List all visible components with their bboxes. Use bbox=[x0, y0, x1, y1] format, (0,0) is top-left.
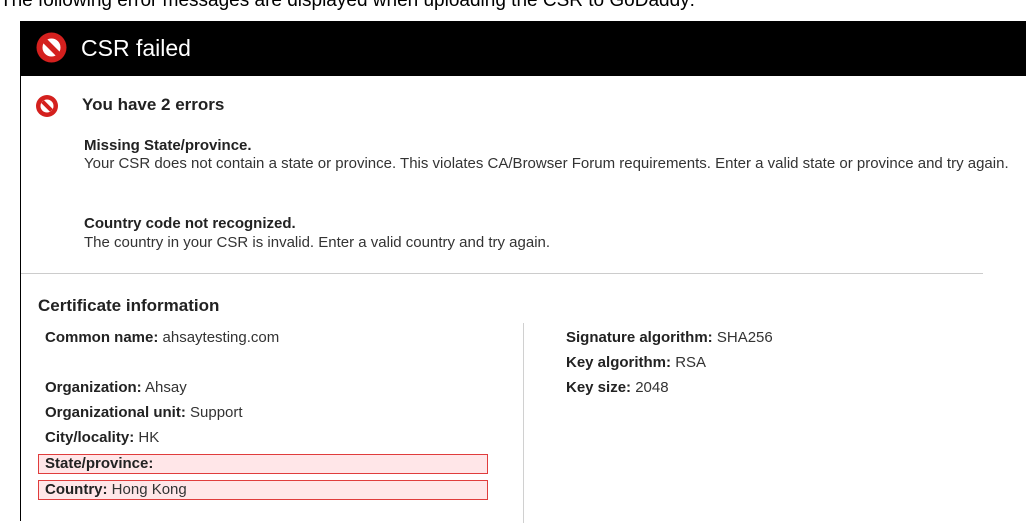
csr-failed-panel: CSR failed You have 2 errors Missing Sta… bbox=[20, 21, 1026, 523]
info-signature-algorithm: Signature algorithm: SHA256 bbox=[566, 329, 773, 346]
info-organizational-unit: Organizational unit: Support bbox=[45, 404, 243, 421]
info-common-name: Common name: ahsaytesting.com bbox=[45, 329, 280, 346]
info-organization: Organization: Ahsay bbox=[45, 379, 187, 396]
error-description: The country in your CSR is invalid. Ente… bbox=[84, 234, 551, 251]
info-state-province-error: State/province: bbox=[38, 454, 488, 474]
info-city: City/locality: HK bbox=[45, 429, 160, 446]
info-key-size: Key size: 2048 bbox=[566, 379, 669, 396]
top-instruction-text: The following error messages are display… bbox=[0, 0, 695, 11]
error-count-heading: You have 2 errors bbox=[82, 95, 225, 114]
error-description: Your CSR does not contain a state or pro… bbox=[84, 155, 1009, 172]
error-icon bbox=[36, 95, 58, 117]
dialog-header: CSR failed bbox=[21, 21, 1026, 76]
info-country-error: Country: Hong Kong bbox=[38, 480, 488, 500]
prohibited-icon bbox=[36, 32, 67, 63]
info-key-algorithm: Key algorithm: RSA bbox=[566, 354, 707, 371]
dialog-title: CSR failed bbox=[81, 35, 191, 61]
error-title: Missing State/province. bbox=[84, 137, 252, 154]
divider bbox=[21, 273, 983, 274]
error-title: Country code not recognized. bbox=[84, 215, 296, 232]
column-separator bbox=[523, 323, 524, 523]
section-title: Certificate information bbox=[38, 296, 220, 315]
